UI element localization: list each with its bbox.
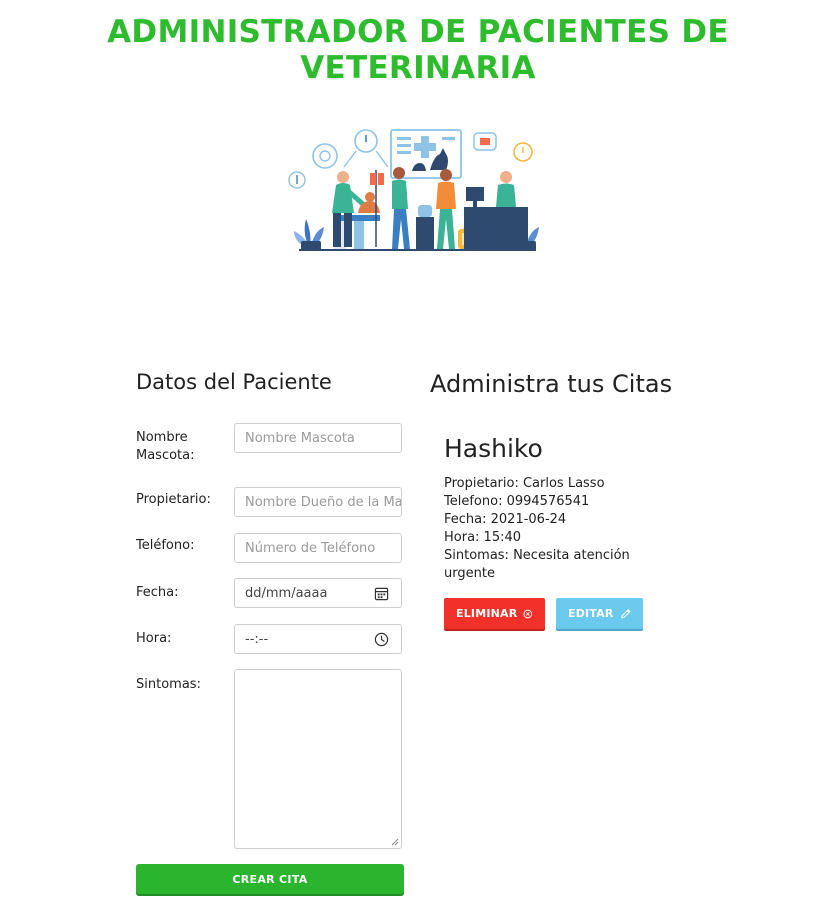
patient-form: Datos del Paciente Nombre Mascota: Nombr… (136, 370, 404, 849)
pet-name-label: Nombre Mascota: (136, 430, 195, 463)
app-title: ADMINISTRADOR DE PACIENTES DE VETERINARI… (107, 14, 729, 86)
form-title: Datos del Paciente (136, 370, 332, 394)
symptoms-textarea[interactable] (234, 669, 402, 849)
appointment-symptoms: Sintomas: Necesita atención urgente (444, 548, 630, 581)
resize-handle-icon[interactable] (391, 838, 399, 846)
pet-name-input[interactable]: Nombre Mascota (234, 423, 402, 453)
owner-placeholder: Nombre Dueño de la Mascota (245, 494, 402, 510)
edit-button-label: EDITAR (568, 607, 614, 620)
delete-button-label: ELIMINAR (456, 607, 518, 620)
appointment-pet-name: Hashiko (444, 434, 543, 463)
symptoms-label: Sintomas: (136, 677, 201, 692)
date-placeholder: dd/mm/aaaa (245, 585, 328, 601)
time-label: Hora: (136, 631, 172, 646)
appointment-details: Propietario: Carlos Lasso Telefono: 0994… (444, 475, 654, 583)
appointment-time: Hora: 15:40 (444, 530, 522, 545)
edit-button[interactable]: EDITAR (556, 598, 643, 629)
appointment-card: Hashiko Propietario: Carlos Lasso Telefo… (444, 434, 654, 629)
pencil-icon (620, 608, 631, 618)
date-input[interactable]: dd/mm/aaaa (234, 578, 402, 608)
phone-placeholder: Número de Teléfono (245, 540, 376, 556)
appointment-date: Fecha: 2021-06-24 (444, 512, 567, 527)
phone-input[interactable]: Número de Teléfono (234, 533, 402, 563)
calendar-icon[interactable] (374, 586, 389, 601)
pet-name-placeholder: Nombre Mascota (245, 430, 355, 446)
appointment-owner: Propietario: Carlos Lasso (444, 476, 605, 491)
create-appointment-button[interactable]: CREAR CITA (136, 864, 404, 894)
time-placeholder: --:-- (245, 631, 269, 647)
owner-input[interactable]: Nombre Dueño de la Mascota (234, 487, 402, 517)
appointments-title: Administra tus Citas (430, 370, 673, 398)
appointments-section: Administra tus Citas Hashiko Propietario… (430, 370, 790, 629)
delete-button[interactable]: ELIMINAR (444, 598, 545, 629)
clock-icon[interactable] (374, 632, 389, 647)
time-input[interactable]: --:-- (234, 624, 402, 654)
appointment-phone: Telefono: 0994576541 (444, 494, 590, 509)
phone-label: Teléfono: (136, 538, 195, 553)
date-label: Fecha: (136, 585, 179, 600)
owner-label: Propietario: (136, 492, 211, 507)
close-circle-icon (523, 609, 533, 618)
veterinary-illustration (288, 129, 539, 251)
